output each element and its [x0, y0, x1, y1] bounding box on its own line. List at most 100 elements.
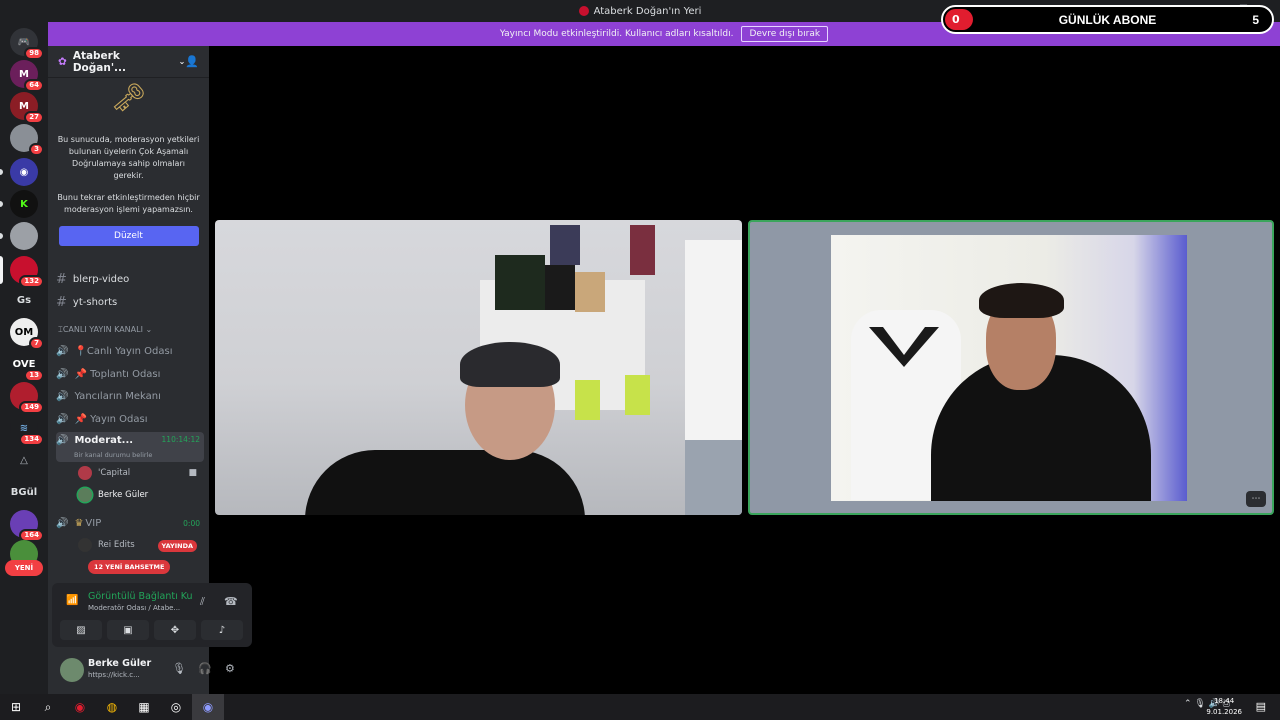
voice-connection-panel: 📶 Görüntülü Bağlantı Ku Moderatör Odası …	[52, 583, 252, 647]
active-voice-channel[interactable]: 🔊 Moderat... 110:14:12 Bir kanal durumu …	[56, 432, 204, 462]
call-timer: 0:00	[183, 518, 200, 528]
channel-sidebar: ✿ Ataberk Doğan'... ⌄ 👤 🗝 Bu sunucuda, m…	[48, 46, 252, 694]
server-icon[interactable]: M 64	[10, 60, 44, 92]
server-icon[interactable]: 164	[10, 510, 44, 542]
chevron-down-icon: ⌄	[178, 57, 186, 66]
avatar	[78, 538, 92, 552]
app-icon[interactable]: ◉	[64, 694, 96, 720]
bed	[685, 440, 742, 515]
box	[625, 375, 650, 415]
selected-pill	[0, 256, 3, 284]
gear-icon[interactable]: ⚙	[225, 662, 235, 675]
box	[495, 255, 545, 310]
search-icon[interactable]: ⌕	[32, 694, 64, 720]
new-mentions-pill[interactable]: 12 YENİ BAHSETME	[88, 560, 171, 574]
hair	[979, 283, 1064, 318]
voice-channel[interactable]: 🔊 Yancıların Mekanı	[56, 386, 204, 406]
server-icon[interactable]: OM 7	[10, 318, 44, 350]
voice-channel-path[interactable]: Moderatör Odası / Atabe...	[88, 604, 180, 612]
camera-off-button[interactable]: ▨	[60, 620, 102, 640]
voice-channel[interactable]: 🔊 📌 Yayın Odası	[56, 409, 204, 429]
user-status: https://kick.c...	[88, 671, 140, 679]
signal-icon[interactable]: 📶	[66, 595, 78, 606]
video-tile[interactable]	[215, 220, 742, 515]
speaker-icon: 🔊	[56, 368, 69, 380]
guild-header[interactable]: ✿ Ataberk Doğan'... ⌄ 👤	[48, 46, 209, 78]
clock-date: 9.01.2026	[1206, 708, 1242, 716]
clock-time: 18:44	[1214, 697, 1235, 705]
voice-channel[interactable]: 🔊 📌 Toplantı Odası	[56, 364, 204, 384]
microphone-icon[interactable]: 🎙	[172, 662, 186, 675]
more-options-icon[interactable]: ⋯	[1246, 491, 1266, 507]
screen-share-button[interactable]: ▣	[107, 620, 149, 640]
category-header[interactable]: ⌶CANLI YAYIN KANALI ⌄	[58, 325, 152, 335]
voice-member[interactable]: 'Capital	[78, 464, 130, 482]
disable-streamer-mode-button[interactable]: Devre dışı bırak	[741, 26, 829, 42]
speaker-icon: 🔊	[56, 435, 69, 446]
overlay-label: GÜNLÜK ABONE	[1058, 12, 1157, 27]
kick-server-icon[interactable]: K	[10, 190, 38, 218]
server-icon[interactable]: M 27	[10, 92, 44, 124]
poster	[630, 225, 655, 275]
server-icon[interactable]	[10, 222, 38, 250]
activities-button[interactable]: ✥	[154, 620, 196, 640]
voice-channel-vip[interactable]: 🔊 ♛ VIP 0:00	[56, 513, 204, 533]
taskbar: ⊞ ⌕ ◉ ◍ ▦ ◎ ◉ ⌃ 🎙 🔊 ⎙ 18:44 9.01.2026 ▤	[0, 694, 1280, 720]
poster	[550, 225, 580, 265]
server-icon[interactable]: BGül	[10, 478, 38, 506]
user-panel: Berke Güler https://kick.c... 🎙 🎧 ⚙	[52, 650, 252, 690]
server-rail: 🎮 98 M 64 M 27 3 ◉ K 132 Gs OM 7 OVE 13 149 ≋…	[0, 22, 48, 694]
avatar[interactable]	[60, 658, 84, 682]
channel-status[interactable]: Bir kanal durumu belirle	[74, 451, 152, 459]
camera-icon: ■	[188, 468, 197, 478]
live-badge: YAYINDA	[157, 540, 197, 552]
headset	[460, 342, 560, 387]
dm-home-icon[interactable]: 🎮 98	[10, 28, 44, 60]
video-tile-speaking[interactable]: ⋯	[748, 220, 1274, 515]
guild-name: Ataberk Doğan'...	[72, 49, 126, 74]
server-icon[interactable]: Gs	[10, 286, 38, 314]
hashtag-icon: #	[56, 294, 67, 310]
speaker-icon: 🔊	[56, 517, 69, 529]
server-icon[interactable]: 3	[10, 124, 44, 156]
text-channel[interactable]: # yt-shorts	[56, 292, 204, 312]
guild-icon: ✿	[58, 55, 67, 68]
server-icon[interactable]: 149	[10, 382, 44, 414]
key-icon: 🗝	[110, 81, 147, 114]
app-icon[interactable]: ▦	[128, 694, 160, 720]
unread-pill	[0, 169, 3, 175]
clock[interactable]: 18:44 9.01.2026	[1206, 696, 1242, 718]
box	[545, 265, 575, 310]
mfa-text-2: Bunu tekrar etkinleştirmeden hiçbir mode…	[57, 193, 200, 214]
voice-member[interactable]: Rei Edits	[78, 536, 135, 554]
server-icon[interactable]: 132	[10, 256, 44, 288]
noise-suppression-icon[interactable]: ⫽	[200, 595, 205, 609]
person	[305, 450, 585, 515]
text-channel[interactable]: # blerp-video	[56, 269, 204, 289]
server-icon[interactable]: ≋ 134	[10, 414, 44, 446]
chrome-icon[interactable]: ◍	[96, 694, 128, 720]
windows-start-icon[interactable]: ⊞	[0, 694, 32, 720]
app-icon[interactable]: ◎	[160, 694, 192, 720]
discord-icon[interactable]: ◉	[192, 694, 224, 720]
video-frame	[831, 235, 1187, 501]
unread-pill	[0, 233, 3, 239]
notifications-icon[interactable]: ▤	[1256, 700, 1266, 713]
mfa-text: Bu sunucuda, moderasyon yetkileri buluna…	[57, 135, 200, 180]
new-unreads-pill[interactable]: YENİ	[5, 560, 43, 576]
fix-button[interactable]: Düzelt	[58, 226, 199, 246]
box	[575, 272, 605, 312]
hashtag-icon: #	[56, 271, 67, 287]
window-title: Ataberk Doğan'ın Yeri	[593, 5, 702, 17]
app-icon	[578, 6, 589, 16]
disconnect-icon[interactable]: ☎	[224, 595, 238, 608]
voice-member[interactable]: Berke Güler	[78, 486, 148, 504]
invite-people-icon[interactable]: 👤	[185, 55, 199, 68]
server-icon[interactable]: OVE 13	[10, 350, 44, 382]
server-icon[interactable]: ◉	[10, 158, 38, 186]
server-icon[interactable]: △	[10, 446, 38, 474]
voice-channel[interactable]: 🔊 📍Canlı Yayın Odası	[56, 341, 204, 361]
headphones-icon[interactable]: 🎧	[198, 662, 212, 675]
overlay-count-right: 5	[1252, 12, 1259, 27]
soundboard-button[interactable]: ♪	[201, 620, 243, 640]
